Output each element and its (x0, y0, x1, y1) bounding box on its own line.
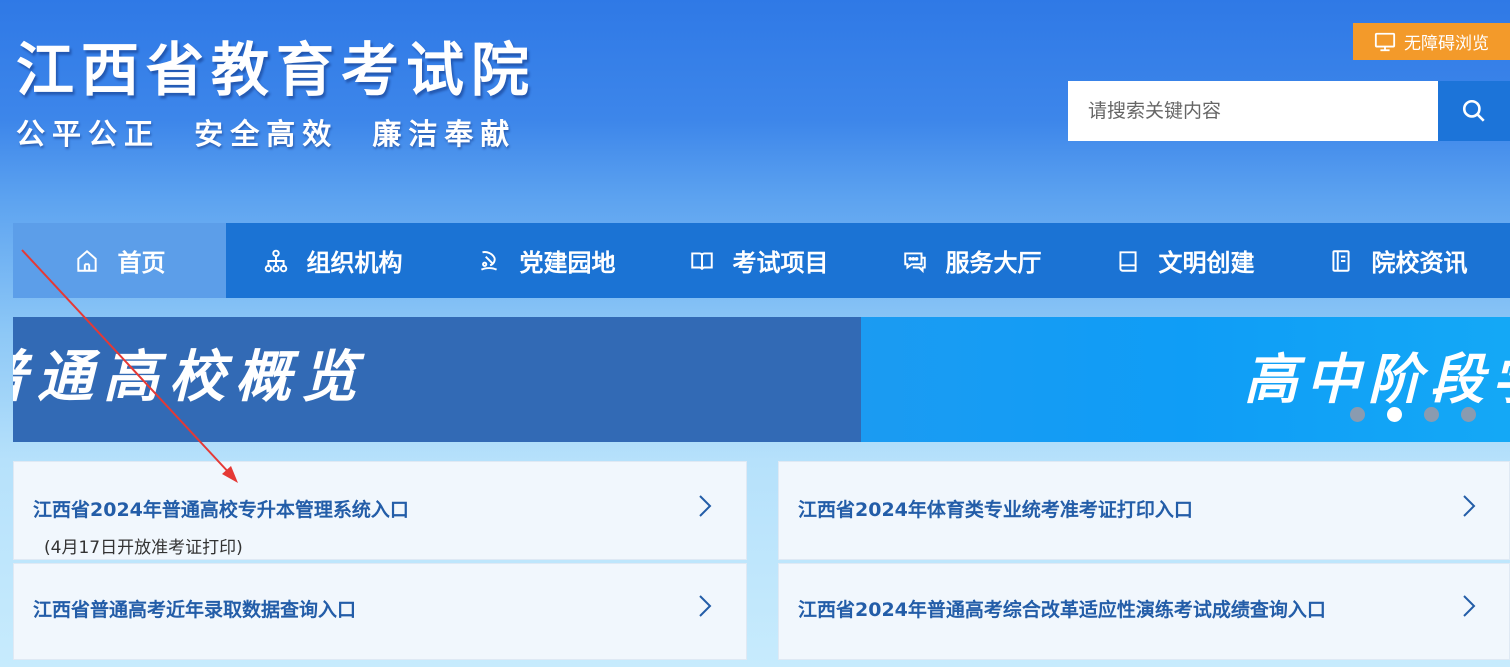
nav-item-label: 院校资讯 (1371, 249, 1468, 277)
book-open-icon (690, 251, 713, 270)
banner-slide-text: 高中阶段学 (1244, 348, 1510, 411)
carousel-dot-active[interactable] (1387, 407, 1402, 422)
chevron-right-icon (1463, 495, 1476, 517)
link-card[interactable]: 江西省2024年普通高考综合改革适应性演练考试成绩查询入口 (778, 563, 1510, 660)
link-card-title[interactable]: 江西省2024年体育类专业统考准考证打印入口 (798, 495, 1193, 522)
carousel-dot[interactable] (1350, 407, 1365, 422)
banner-slide[interactable]: 普通高校概览 (13, 317, 861, 442)
accessibility-button[interactable]: 无障碍浏览 (1353, 23, 1510, 60)
nav-item-service-hall[interactable]: 服务大厅 (865, 223, 1078, 298)
search-icon (1462, 99, 1485, 122)
book-icon (1118, 250, 1137, 272)
nav-item-label: 服务大厅 (945, 249, 1042, 277)
nav-item-civilization[interactable]: 文明创建 (1078, 223, 1291, 298)
banner-slide-text: 普通高校概览 (13, 345, 367, 410)
chevron-right-icon (699, 595, 712, 617)
site-slogan: 公平公正 安全高效 廉洁奉献 (16, 117, 517, 151)
search-button[interactable] (1438, 81, 1510, 141)
banner-slide[interactable]: 高中阶段学 (861, 317, 1510, 442)
link-card-title[interactable]: 江西省2024年普通高考综合改革适应性演练考试成绩查询入口 (798, 595, 1326, 622)
nav-item-college-news[interactable]: 院校资讯 (1291, 223, 1504, 298)
search-input[interactable] (1068, 81, 1438, 141)
monitor-icon (1374, 32, 1396, 51)
nav-item-label: 文明创建 (1158, 249, 1255, 277)
link-card-subtitle: (4月17日开放准考证打印) (44, 538, 243, 558)
document-icon (1331, 249, 1350, 272)
nav-item-label: 组织机构 (306, 249, 403, 277)
link-card-title[interactable]: 江西省2024年普通高校专升本管理系统入口 (33, 495, 409, 522)
nav-item-label: 首页 (117, 249, 166, 277)
home-icon (76, 249, 97, 272)
main-nav: 首页 组织机构 党建园地 考试项目 服务大厅 文明创建 院校资讯 (13, 223, 1510, 298)
carousel-dot[interactable] (1461, 407, 1476, 422)
link-card[interactable]: 江西省2024年体育类专业统考准考证打印入口 (778, 461, 1510, 560)
party-icon (480, 250, 497, 271)
site-header: 江西省教育考试院 公平公正 安全高效 廉洁奉献 无障碍浏览 (0, 0, 1510, 222)
carousel-dots (1350, 407, 1476, 422)
carousel-dot[interactable] (1424, 407, 1439, 422)
link-card[interactable]: 江西省2024年普通高校专升本管理系统入口 (4月17日开放准考证打印) (13, 461, 747, 560)
chevron-right-icon (1463, 595, 1476, 617)
link-card-title[interactable]: 江西省普通高考近年录取数据查询入口 (33, 595, 356, 622)
accessibility-label: 无障碍浏览 (1404, 34, 1489, 54)
site-title[interactable]: 江西省教育考试院 (16, 38, 536, 102)
nav-item-label: 党建园地 (519, 249, 616, 277)
banner-carousel[interactable]: 普通高校概览 高中阶段学 (13, 317, 1510, 442)
nav-item-party-building[interactable]: 党建园地 (439, 223, 652, 298)
link-card[interactable]: 江西省普通高考近年录取数据查询入口 (13, 563, 747, 660)
chevron-right-icon (699, 495, 712, 517)
search-box (1068, 81, 1510, 141)
nav-item-exam-projects[interactable]: 考试项目 (652, 223, 865, 298)
org-chart-icon (264, 249, 287, 272)
nav-item-label: 考试项目 (732, 249, 829, 277)
chat-icon (903, 251, 926, 273)
nav-item-home[interactable]: 首页 (13, 223, 226, 298)
nav-item-organization[interactable]: 组织机构 (226, 223, 439, 298)
